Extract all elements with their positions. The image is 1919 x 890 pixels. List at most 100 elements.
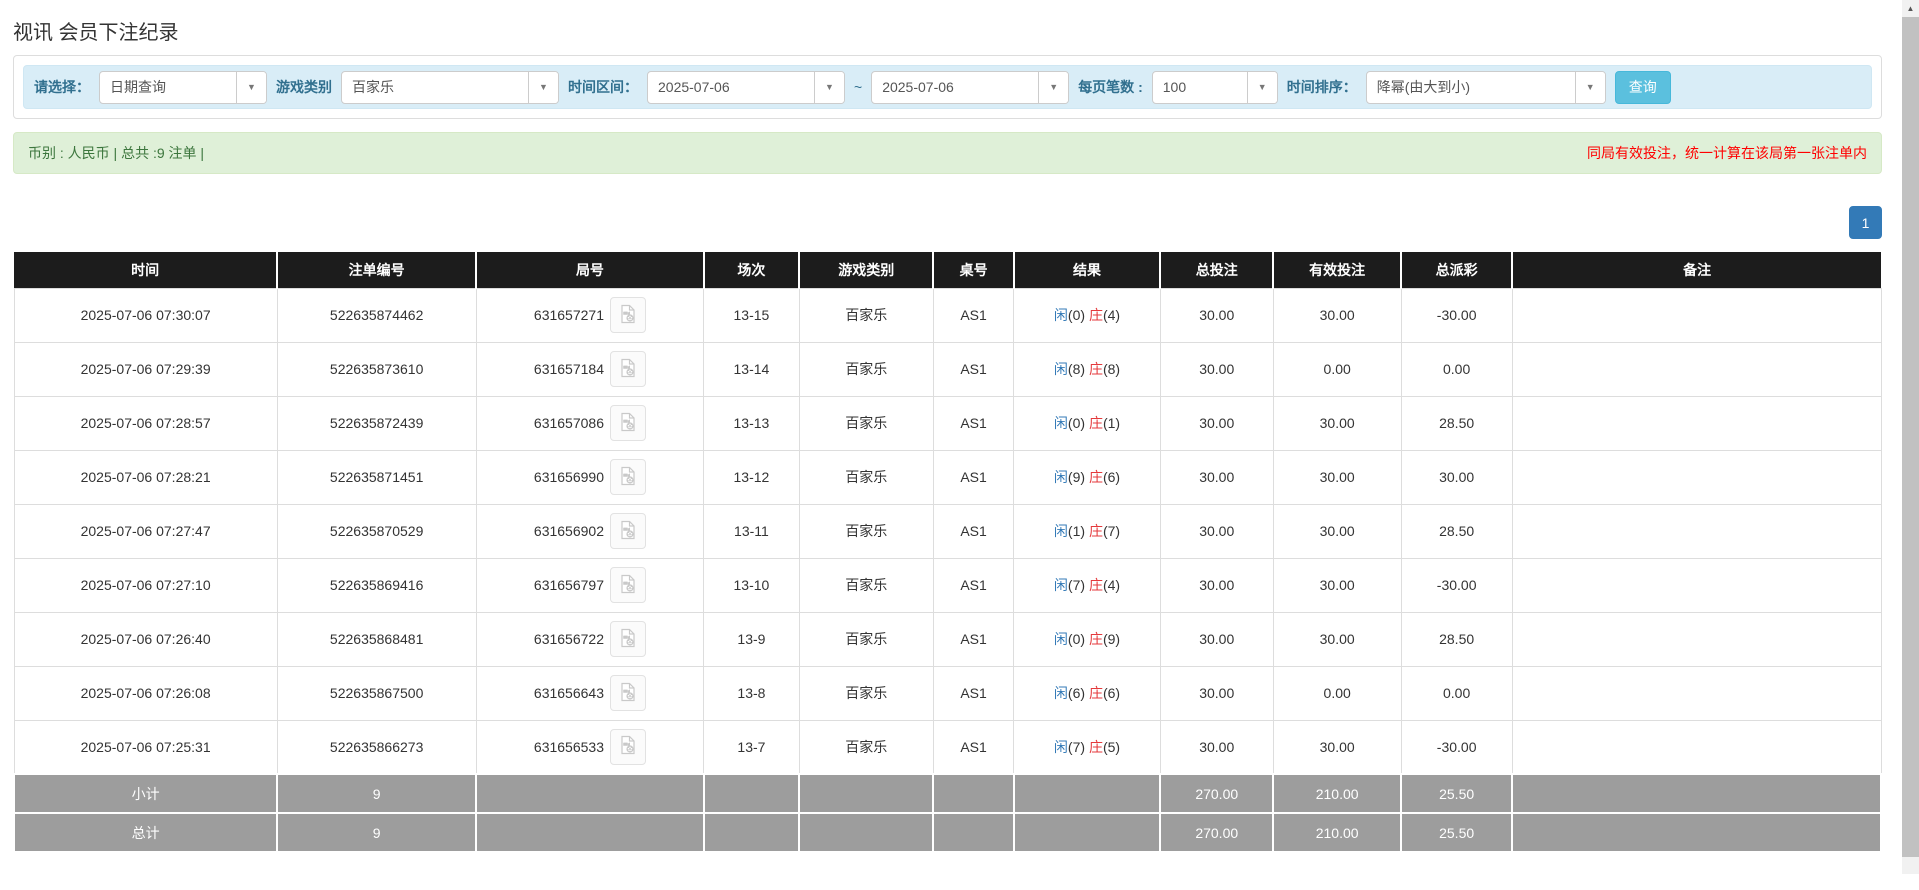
video-replay-button[interactable] [610, 621, 646, 657]
banker-count: (4) [1103, 307, 1120, 323]
cell-total-bet[interactable]: 30.00 [1160, 612, 1273, 666]
banker-count: (9) [1103, 631, 1120, 647]
cell-time: 2025-07-06 07:27:47 [14, 504, 277, 558]
cell-total-bet[interactable]: 30.00 [1160, 342, 1273, 396]
summary-empty-cell [1512, 813, 1881, 852]
table-row: 2025-07-06 07:28:21 522635871451 6316569… [14, 450, 1881, 504]
cell-total-bet[interactable]: 30.00 [1160, 558, 1273, 612]
cell-total-bet[interactable]: 30.00 [1160, 666, 1273, 720]
currency-total-text: 币别 : 人民币 | 总共 :9 注单 | [28, 143, 204, 163]
cell-game-type: 百家乐 [799, 558, 933, 612]
cell-payout: 28.50 [1401, 612, 1512, 666]
video-replay-button[interactable] [610, 513, 646, 549]
cell-total-bet[interactable]: 30.00 [1160, 288, 1273, 342]
round-number: 631656990 [534, 469, 604, 485]
player-count: (0) [1068, 631, 1085, 647]
player-result: 闲 [1054, 415, 1068, 431]
date-from-select[interactable]: 2025-07-06 ▼ [647, 71, 845, 104]
cell-game-type: 百家乐 [799, 342, 933, 396]
summary-empty-cell [1014, 813, 1161, 852]
window-scrollbar[interactable]: ▲ [1902, 0, 1919, 874]
cell-total-bet[interactable]: 30.00 [1160, 504, 1273, 558]
player-result: 闲 [1054, 631, 1068, 647]
summary-empty-cell [933, 774, 1013, 813]
cell-session: 13-7 [704, 720, 799, 774]
player-count: (1) [1068, 523, 1085, 539]
player-count: (9) [1068, 469, 1085, 485]
cell-session: 13-11 [704, 504, 799, 558]
date-to-select[interactable]: 2025-07-06 ▼ [871, 71, 1069, 104]
video-replay-button[interactable] [610, 675, 646, 711]
cell-total-bet[interactable]: 30.00 [1160, 450, 1273, 504]
game-type-label: 游戏类别 [276, 77, 332, 97]
video-file-icon [618, 628, 638, 651]
cell-bet-id: 522635868481 [277, 612, 476, 666]
player-count: (0) [1068, 415, 1085, 431]
video-file-icon [618, 358, 638, 381]
banker-count: (7) [1103, 523, 1120, 539]
cell-round: 631656533 [476, 720, 704, 774]
cell-remark [1512, 612, 1881, 666]
round-number: 631656797 [534, 577, 604, 593]
cell-round: 631656797 [476, 558, 704, 612]
cell-round: 631657271 [476, 288, 704, 342]
cell-bet-id: 522635871451 [277, 450, 476, 504]
banker-result: 庄 [1089, 523, 1103, 539]
cell-remark [1512, 558, 1881, 612]
cell-valid-bet: 30.00 [1273, 720, 1401, 774]
video-file-icon [618, 735, 638, 758]
banker-count: (6) [1103, 469, 1120, 485]
cell-payout: -30.00 [1401, 288, 1512, 342]
summary-valid-bet: 210.00 [1273, 774, 1401, 813]
search-button[interactable]: 查询 [1615, 71, 1671, 104]
video-replay-button[interactable] [610, 351, 646, 387]
video-replay-button[interactable] [610, 729, 646, 765]
summary-empty-cell [799, 813, 933, 852]
cell-total-bet[interactable]: 30.00 [1160, 396, 1273, 450]
cell-total-bet[interactable]: 30.00 [1160, 720, 1273, 774]
cell-session: 13-13 [704, 396, 799, 450]
bet-records-table: 时间注单编号局号场次游戏类别桌号结果总投注有效投注总派彩备注 2025-07-0… [13, 252, 1882, 853]
time-sort-select[interactable]: 降幂(由大到小) ▼ [1366, 71, 1606, 104]
column-header: 场次 [704, 252, 799, 288]
player-result: 闲 [1054, 361, 1068, 377]
round-number: 631656533 [534, 739, 604, 755]
cell-round: 631657184 [476, 342, 704, 396]
summary-label: 小计 [14, 774, 277, 813]
scrollbar-thumb[interactable] [1902, 17, 1919, 857]
cell-table-no: AS1 [933, 288, 1013, 342]
video-replay-button[interactable] [610, 405, 646, 441]
filter-panel: 请选择： 日期查询 ▼ 游戏类别 百家乐 ▼ 时间区间： 2025-07-06 … [13, 55, 1882, 119]
scroll-up-icon[interactable]: ▲ [1902, 0, 1919, 17]
cell-payout: 0.00 [1401, 666, 1512, 720]
video-replay-button[interactable] [610, 297, 646, 333]
round-number: 631656643 [534, 685, 604, 701]
cell-table-no: AS1 [933, 720, 1013, 774]
summary-valid-bet: 210.00 [1273, 813, 1401, 852]
video-replay-button[interactable] [610, 567, 646, 603]
cell-round: 631656722 [476, 612, 704, 666]
table-body: 2025-07-06 07:30:07 522635874462 6316572… [14, 288, 1881, 852]
player-result: 闲 [1054, 685, 1068, 701]
cell-table-no: AS1 [933, 450, 1013, 504]
column-header: 局号 [476, 252, 704, 288]
video-file-icon [618, 520, 638, 543]
cell-session: 13-9 [704, 612, 799, 666]
valid-bet-notice: 同局有效投注，统一计算在该局第一张注单内 [1587, 143, 1867, 163]
cell-remark [1512, 396, 1881, 450]
cell-time: 2025-07-06 07:26:40 [14, 612, 277, 666]
game-type-select[interactable]: 百家乐 ▼ [341, 71, 559, 104]
video-replay-button[interactable] [610, 459, 646, 495]
table-row: 2025-07-06 07:27:47 522635870529 6316569… [14, 504, 1881, 558]
time-range-label: 时间区间： [568, 77, 638, 97]
range-tilde: ~ [854, 79, 862, 95]
cell-result: 闲(8) 庄(8) [1014, 342, 1161, 396]
query-mode-select[interactable]: 日期查询 ▼ [99, 71, 267, 104]
cell-payout: -30.00 [1401, 720, 1512, 774]
per-page-select[interactable]: 100 ▼ [1152, 71, 1278, 104]
page-1-button[interactable]: 1 [1849, 206, 1882, 239]
cell-result: 闲(0) 庄(1) [1014, 396, 1161, 450]
column-header: 备注 [1512, 252, 1881, 288]
summary-count: 9 [277, 813, 476, 852]
cell-result: 闲(6) 庄(6) [1014, 666, 1161, 720]
